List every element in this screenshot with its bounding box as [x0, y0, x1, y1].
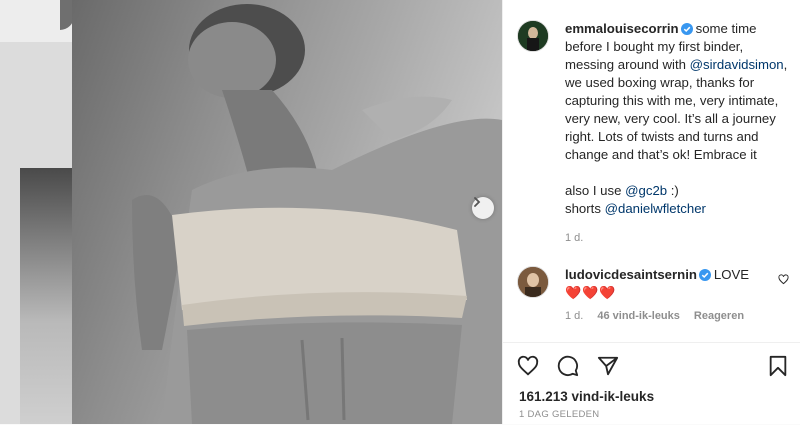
caption-text: emmalouisecorrin some time before I bough…	[565, 20, 789, 218]
next-photo-button[interactable]	[472, 197, 494, 219]
comment-like-icon[interactable]	[778, 274, 789, 285]
avatar-photo	[518, 21, 548, 51]
post-caption: emmalouisecorrin some time before I bough…	[517, 20, 789, 244]
mention-sirdavidsimon[interactable]: @sirdavidsimon	[690, 57, 784, 72]
action-icons	[517, 355, 619, 377]
post-photo	[72, 0, 502, 424]
mention-gc2b[interactable]: @gc2b	[625, 183, 667, 198]
verified-badge-icon	[698, 269, 711, 281]
heart-icon[interactable]	[517, 355, 539, 377]
background-feed	[0, 0, 74, 424]
comment-text: ludovicdesaintsernin LOVE ❤️❤️❤️	[565, 266, 789, 302]
comment-hearts: ❤️❤️❤️	[565, 285, 617, 300]
background-photo	[20, 168, 72, 424]
author-username[interactable]: emmalouisecorrin	[565, 21, 679, 36]
photo-figure	[132, 4, 502, 424]
comment-item: ludovicdesaintsernin LOVE ❤️❤️❤️ 1 d. 46 …	[517, 266, 789, 322]
caption-part-2: , we used boxing wrap, thanks for captur…	[565, 57, 788, 162]
comment-likes[interactable]: 46 vind-ik-leuks	[597, 310, 680, 322]
commenter-avatar[interactable]	[517, 266, 549, 298]
chevron-right-icon	[474, 197, 481, 207]
mention-danielwfletcher[interactable]: @danielwfletcher	[605, 201, 706, 216]
post-details-panel: emmalouisecorrin some time before I bough…	[502, 0, 800, 424]
paper-plane-icon[interactable]	[597, 355, 619, 377]
post-actions: 161.213 vind-ik-leuks 1 DAG GELEDEN	[503, 342, 800, 425]
verified-badge-icon	[680, 23, 693, 35]
caption-part-3: also I use	[565, 183, 622, 198]
comment-meta: 1 d. 46 vind-ik-leuks Reageren	[565, 310, 789, 322]
likes-count[interactable]: 161.213 vind-ik-leuks	[519, 389, 654, 404]
post-modal: emmalouisecorrin some time before I bough…	[72, 0, 800, 424]
avatar-photo	[518, 267, 548, 297]
caption-part-3-end: :)	[667, 183, 679, 198]
reply-button[interactable]: Reageren	[694, 310, 744, 322]
comment-body: LOVE	[713, 267, 750, 282]
commenter-username[interactable]: ludovicdesaintsernin	[565, 267, 697, 282]
caption-line-3: also I use @gc2b :)	[565, 182, 789, 200]
post-date[interactable]: 1 DAG GELEDEN	[519, 409, 599, 420]
author-avatar[interactable]	[517, 20, 549, 52]
caption-part-4: shorts	[565, 201, 601, 216]
comment-bubble-icon[interactable]	[557, 355, 579, 377]
comment-time[interactable]: 1 d.	[565, 310, 583, 322]
bookmark-icon[interactable]	[767, 355, 789, 377]
caption-line-4: shorts @danielwfletcher	[565, 200, 789, 218]
caption-time[interactable]: 1 d.	[565, 232, 789, 244]
save-area	[767, 355, 789, 382]
